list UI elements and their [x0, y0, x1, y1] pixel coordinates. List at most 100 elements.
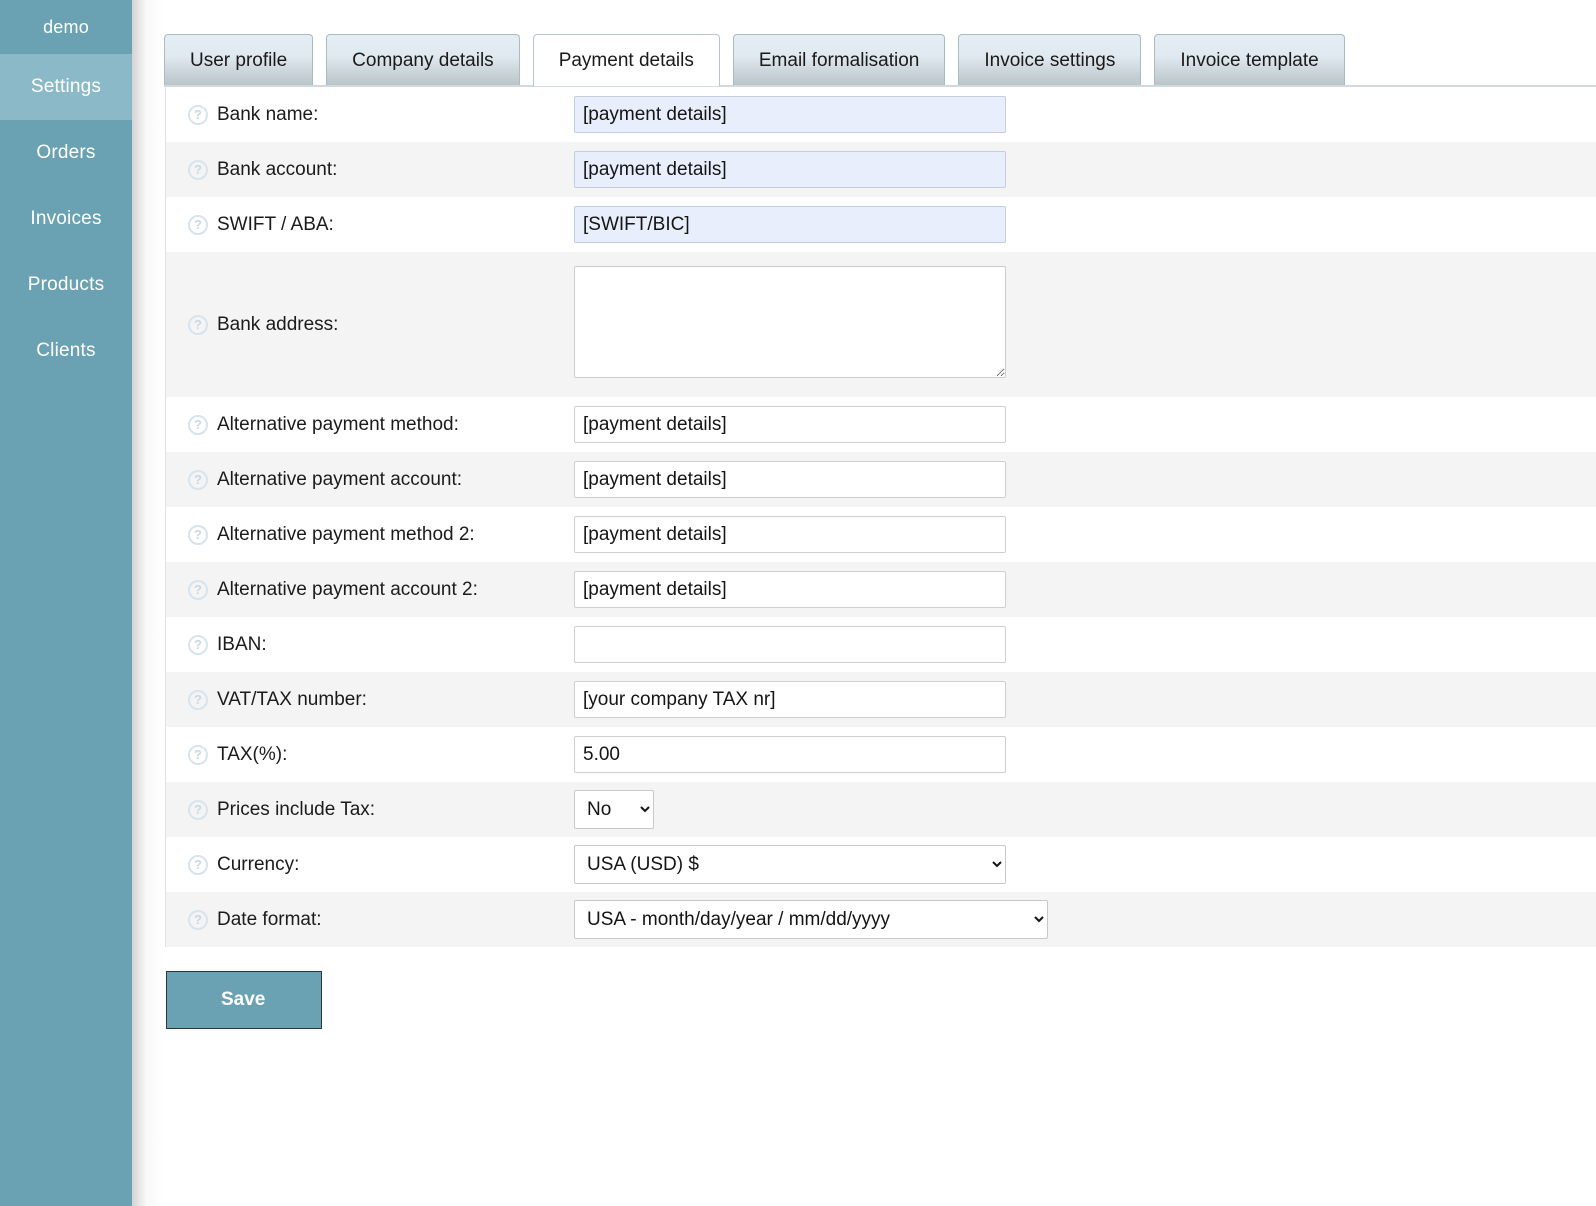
field-label: Currency:: [217, 854, 299, 876]
tab-label: Invoice template: [1180, 50, 1318, 72]
row-bank-name: ? Bank name:: [166, 87, 1596, 142]
app-root: demo Settings Orders Invoices Products C…: [0, 0, 1596, 1206]
field-wrap: [574, 151, 1596, 188]
iban-input[interactable]: [574, 626, 1006, 663]
tab-label: Company details: [352, 50, 494, 72]
swift-aba-input[interactable]: [574, 206, 1006, 243]
label-alt-account-2: ? Alternative payment account 2:: [188, 579, 574, 601]
row-alt-account-2: ? Alternative payment account 2:: [166, 562, 1596, 617]
currency-select[interactable]: USA (USD) $: [574, 845, 1006, 884]
sidebar-item-label: Invoices: [30, 208, 101, 230]
sidebar-item-label: Settings: [31, 76, 101, 98]
alt-account-2-input[interactable]: [574, 571, 1006, 608]
field-label: IBAN:: [217, 634, 267, 656]
help-icon[interactable]: ?: [188, 160, 208, 180]
help-icon[interactable]: ?: [188, 580, 208, 600]
row-vat-tax-number: ? VAT/TAX number:: [166, 672, 1596, 727]
date-format-select[interactable]: USA - month/day/year / mm/dd/yyyy: [574, 900, 1048, 939]
tab-company-details[interactable]: Company details: [326, 34, 520, 86]
row-tax-percent: ? TAX(%):: [166, 727, 1596, 782]
label-currency: ? Currency:: [188, 854, 574, 876]
sidebar-item-orders[interactable]: Orders: [0, 120, 132, 186]
field-label: Alternative payment account:: [217, 469, 462, 491]
help-icon[interactable]: ?: [188, 855, 208, 875]
field-label: Bank name:: [217, 104, 318, 126]
tab-label: Invoice settings: [984, 50, 1115, 72]
panel-inner: ? Bank name: ? Bank account:: [165, 87, 1596, 947]
prices-include-tax-select[interactable]: No: [574, 790, 654, 829]
field-wrap: No: [574, 790, 1596, 829]
tab-user-profile[interactable]: User profile: [164, 34, 313, 86]
field-wrap: USA - month/day/year / mm/dd/yyyy: [574, 900, 1596, 939]
label-bank-address: ? Bank address:: [188, 314, 574, 336]
sidebar-item-invoices[interactable]: Invoices: [0, 186, 132, 252]
help-icon[interactable]: ?: [188, 105, 208, 125]
label-alt-method: ? Alternative payment method:: [188, 414, 574, 436]
field-wrap: [574, 461, 1596, 498]
payment-details-panel: ? Bank name: ? Bank account:: [164, 86, 1596, 947]
help-icon[interactable]: ?: [188, 690, 208, 710]
sidebar-item-products[interactable]: Products: [0, 252, 132, 318]
help-icon[interactable]: ?: [188, 415, 208, 435]
help-icon[interactable]: ?: [188, 525, 208, 545]
help-icon[interactable]: ?: [188, 470, 208, 490]
tab-invoice-settings[interactable]: Invoice settings: [958, 34, 1141, 86]
field-wrap: [574, 266, 1596, 383]
field-wrap: [574, 96, 1596, 133]
tab-label: User profile: [190, 50, 287, 72]
row-currency: ? Currency: USA (USD) $: [166, 837, 1596, 892]
label-tax-percent: ? TAX(%):: [188, 744, 574, 766]
bank-name-input[interactable]: [574, 96, 1006, 133]
help-icon[interactable]: ?: [188, 745, 208, 765]
tab-invoice-template[interactable]: Invoice template: [1154, 34, 1344, 86]
row-alt-method-2: ? Alternative payment method 2:: [166, 507, 1596, 562]
row-bank-account: ? Bank account:: [166, 142, 1596, 197]
field-wrap: [574, 516, 1596, 553]
bank-address-textarea[interactable]: [574, 266, 1006, 378]
help-icon[interactable]: ?: [188, 635, 208, 655]
tax-percent-input[interactable]: [574, 736, 1006, 773]
sidebar-item-label: Products: [28, 274, 105, 296]
sidebar-item-label: Clients: [36, 340, 95, 362]
help-icon[interactable]: ?: [188, 315, 208, 335]
bank-account-input[interactable]: [574, 151, 1006, 188]
row-iban: ? IBAN:: [166, 617, 1596, 672]
label-iban: ? IBAN:: [188, 634, 574, 656]
sidebar: demo Settings Orders Invoices Products C…: [0, 0, 132, 1206]
field-wrap: [574, 206, 1596, 243]
field-label: Alternative payment account 2:: [217, 579, 478, 601]
label-alt-method-2: ? Alternative payment method 2:: [188, 524, 574, 546]
row-date-format: ? Date format: USA - month/day/year / mm…: [166, 892, 1596, 947]
field-wrap: [574, 681, 1596, 718]
field-label: Bank address:: [217, 314, 338, 336]
tab-payment-details[interactable]: Payment details: [533, 34, 720, 86]
row-alt-method: ? Alternative payment method:: [166, 397, 1596, 452]
sidebar-item-settings[interactable]: Settings: [0, 54, 132, 120]
label-date-format: ? Date format:: [188, 909, 574, 931]
field-wrap: USA (USD) $: [574, 845, 1596, 884]
tab-email-formalisation[interactable]: Email formalisation: [733, 34, 946, 86]
label-vat-tax-number: ? VAT/TAX number:: [188, 689, 574, 711]
row-bank-address: ? Bank address:: [166, 252, 1596, 397]
field-label: Date format:: [217, 909, 322, 931]
alt-account-input[interactable]: [574, 461, 1006, 498]
help-icon[interactable]: ?: [188, 215, 208, 235]
label-alt-account: ? Alternative payment account:: [188, 469, 574, 491]
row-alt-account: ? Alternative payment account:: [166, 452, 1596, 507]
help-icon[interactable]: ?: [188, 910, 208, 930]
save-button-wrap: Save: [164, 947, 1596, 1029]
alt-method-input[interactable]: [574, 406, 1006, 443]
alt-method-2-input[interactable]: [574, 516, 1006, 553]
save-button[interactable]: Save: [166, 971, 322, 1029]
field-label: Bank account:: [217, 159, 337, 181]
help-icon[interactable]: ?: [188, 800, 208, 820]
sidebar-item-clients[interactable]: Clients: [0, 318, 132, 384]
label-swift-aba: ? SWIFT / ABA:: [188, 214, 574, 236]
field-label: TAX(%):: [217, 744, 287, 766]
field-label: VAT/TAX number:: [217, 689, 367, 711]
sidebar-shadow: [132, 0, 164, 1206]
tab-bar: User profile Company details Payment det…: [164, 0, 1596, 86]
field-label: Alternative payment method:: [217, 414, 459, 436]
field-label: Prices include Tax:: [217, 799, 375, 821]
vat-tax-number-input[interactable]: [574, 681, 1006, 718]
